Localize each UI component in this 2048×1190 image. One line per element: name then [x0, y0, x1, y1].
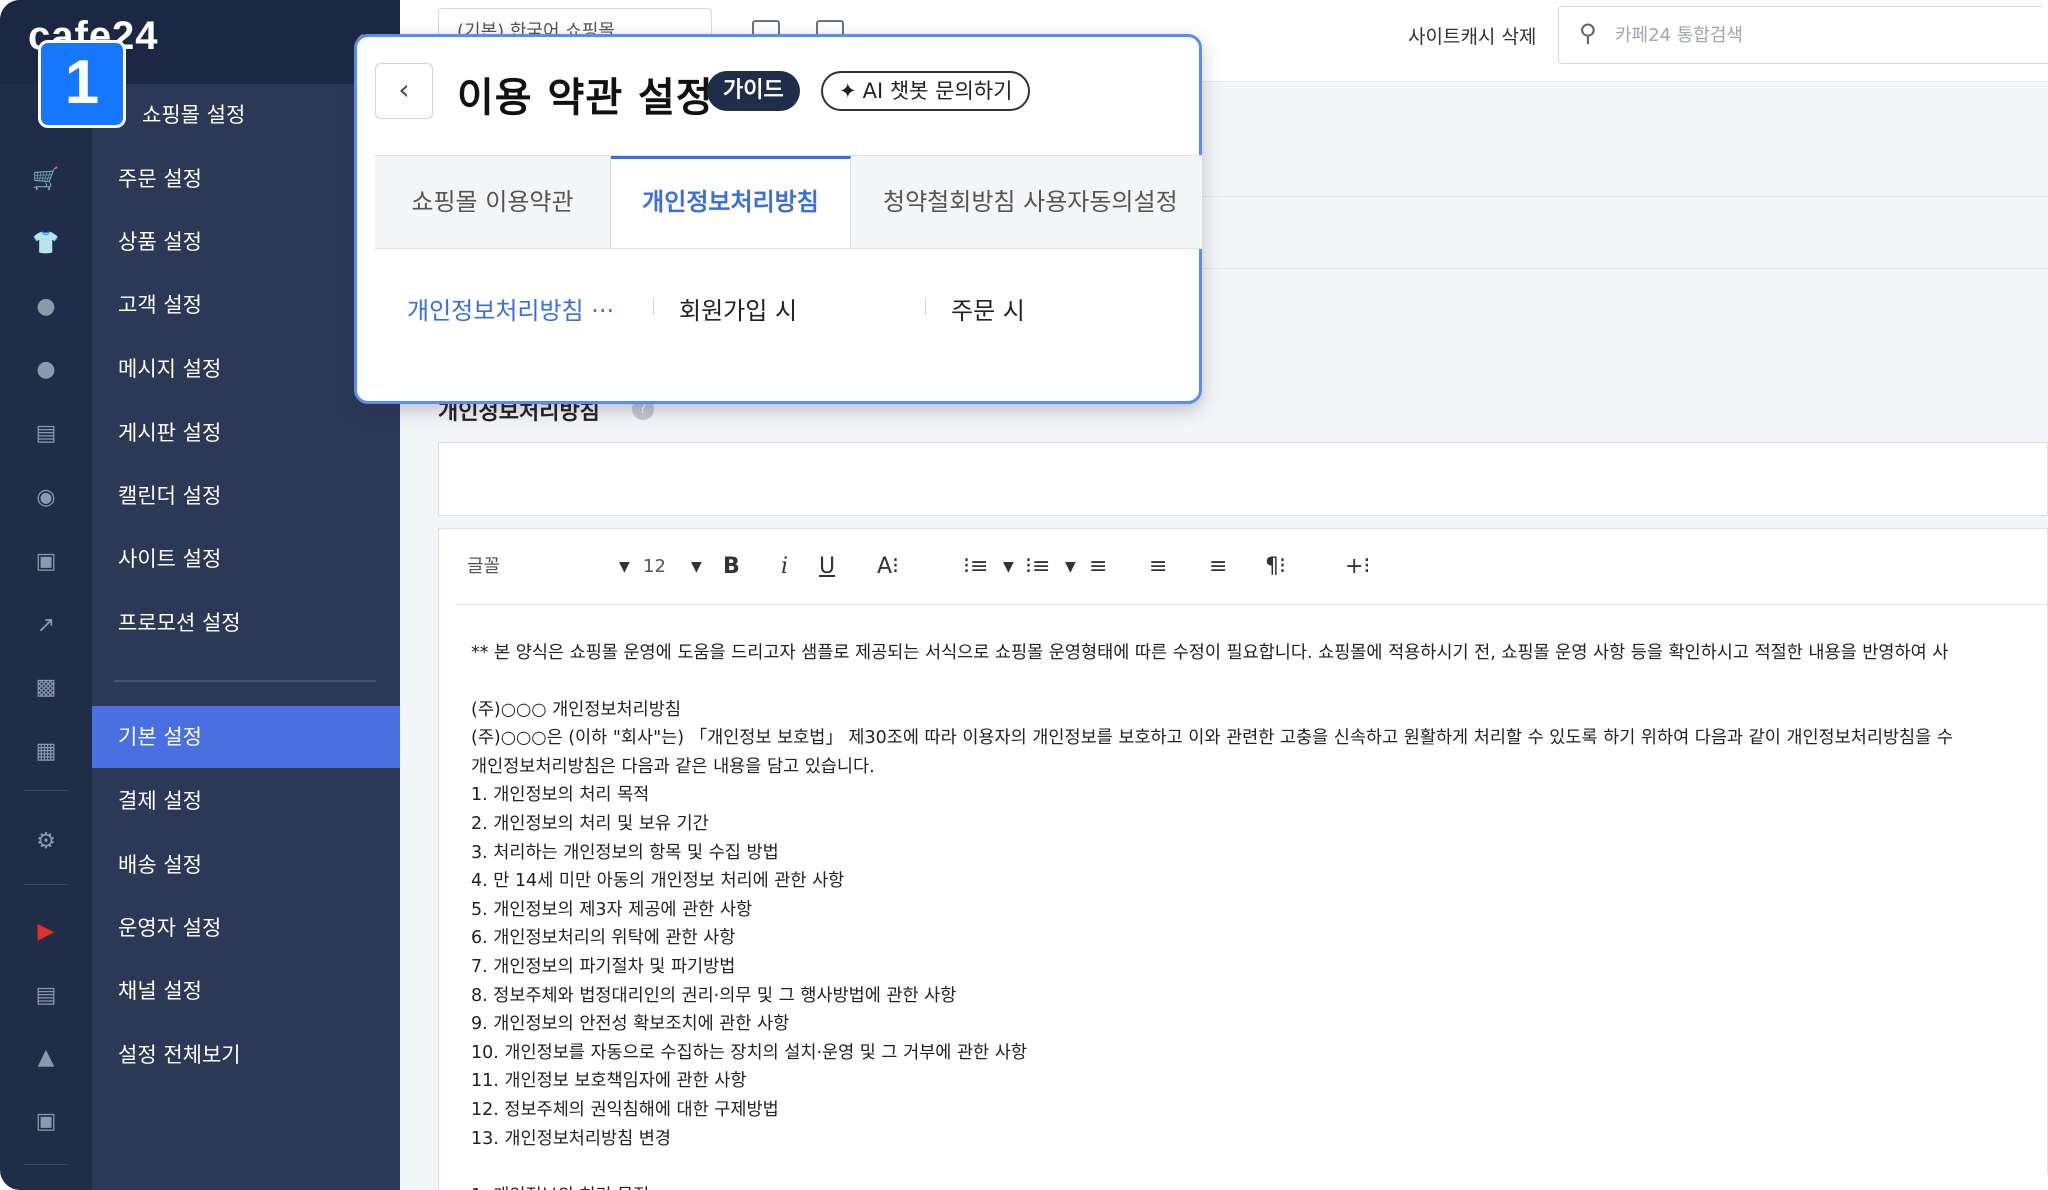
editor-line: 8. 정보주체와 법정대리인의 권리·의무 및 그 행사방법에 관한 사항: [471, 985, 957, 1006]
subtab-divider: [925, 299, 926, 315]
step-number-badge: 1: [38, 40, 126, 128]
chevron-down-icon[interactable]: ▼: [619, 549, 630, 585]
user-icon[interactable]: ●: [32, 293, 60, 321]
store-icon[interactable]: ▣: [32, 1108, 60, 1136]
page-title: 이용 약관 설정: [457, 75, 714, 121]
editor-line: (주)○○○은 (이하 "회사"는) 「개인정보 보호법」 제30조에 따라 이…: [471, 728, 1953, 749]
editor-line: 9. 개인정보의 안전성 확보조치에 관한 사항: [471, 1014, 790, 1035]
ai-chatbot-button[interactable]: ✦ AI 챗봇 문의하기: [821, 71, 1031, 111]
trend-icon[interactable]: ↗: [32, 612, 60, 640]
promo-icon[interactable]: ▣: [32, 548, 60, 576]
board-icon[interactable]: ▤: [32, 420, 60, 448]
ordered-list-icon[interactable]: ⁝≡: [963, 549, 988, 585]
align-right-icon[interactable]: ≡: [1209, 549, 1227, 585]
global-search[interactable]: ⚲: [1558, 6, 2048, 64]
editor-line: 4. 만 14세 미만 아동의 개인정보 처리에 관한 사항: [471, 871, 845, 892]
sidebar-item-operator-settings[interactable]: 운영자 설정: [92, 897, 400, 959]
font-family-select[interactable]: 글꼴: [467, 549, 500, 585]
editor-line: 11. 개인정보 보호책임자에 관한 사항: [471, 1071, 747, 1092]
sample-notice: ** 본 양식은 쇼핑몰 운영에 도움을 드리고자 샘플로 제공되는 서식으로 …: [471, 643, 1949, 663]
subtab-order[interactable]: 주문 시: [951, 291, 1025, 326]
icon-rail: cafe24 « 🛒 👕 ● ● ▤ ◉ ▣ ↗ ▩ ▦ ⚙ ▶ ▤ ▲ ▣: [0, 0, 400, 1190]
ai-chatbot-label: AI 챗봇 문의하기: [862, 79, 1013, 103]
editor-line: 10. 개인정보를 자동으로 수집하는 장치의 설치·운영 및 그 거부에 관한…: [471, 1042, 1027, 1063]
terms-settings-popup: ‹ 이용 약관 설정 가이드 ✦ AI 챗봇 문의하기 쇼핑몰 이용약관 개인정보…: [354, 34, 1202, 404]
font-size-select[interactable]: 12: [643, 549, 666, 585]
editor-toolbar: 글꼴 ▼ 12 ▼ B i U A⁝ ⁝≡ ▼ ⁝≡ ▼ ≡ ≡ ≡ ¶⁝ +⁝: [455, 529, 2048, 605]
sidebar-item-all-settings[interactable]: 설정 전체보기: [92, 1024, 400, 1086]
subtab-privacy-policy[interactable]: 개인정보처리방침 ···: [407, 291, 614, 326]
editor-text[interactable]: ** 본 양식은 쇼핑몰 운영에 도움을 드리고자 샘플로 제공되는 서식으로 …: [471, 639, 2041, 1190]
guide-button[interactable]: 가이드: [707, 71, 800, 111]
sidebar-item-shipping-settings[interactable]: 배송 설정: [92, 834, 400, 896]
terms-tabs: 쇼핑몰 이용약관 개인정보처리방침 청약철회방침 사용자동의설정: [375, 155, 1202, 249]
editor-line: 12. 정보주체의 권익침해에 대한 구제방법: [471, 1099, 779, 1120]
editor-line: 개인정보처리방침은 다음과 같은 내용을 담고 있습니다.: [471, 756, 875, 777]
unordered-list-icon[interactable]: ⁝≡: [1025, 549, 1050, 585]
chevron-down-icon[interactable]: ▼: [1065, 549, 1076, 585]
rail-divider: [24, 884, 68, 885]
more-tools-icon[interactable]: +⁝: [1345, 549, 1370, 585]
editor-line: 6. 개인정보처리의 위탁에 관한 사항: [471, 928, 736, 949]
editor-line: 7. 개인정보의 파기절차 및 파기방법: [471, 956, 736, 977]
cart-icon[interactable]: 🛒: [32, 166, 60, 194]
bold-button[interactable]: B: [723, 549, 740, 585]
search-icon: ⚲: [1579, 19, 1597, 47]
sidebar-item-promotion-settings[interactable]: 프로모션 설정: [92, 592, 400, 654]
underline-button[interactable]: U: [819, 549, 835, 585]
editor-line: 1. 개인정보의 처리 목적: [471, 785, 650, 806]
paragraph-icon[interactable]: ¶⁝: [1265, 549, 1286, 585]
rich-text-editor[interactable]: 글꼴 ▼ 12 ▼ B i U A⁝ ⁝≡ ▼ ⁝≡ ▼ ≡ ≡ ≡ ¶⁝ +⁝…: [438, 528, 2048, 1190]
sidebar-item-calendar-settings[interactable]: 캘린더 설정: [92, 465, 400, 527]
sparkle-icon: ✦: [839, 79, 857, 103]
subtab-signup[interactable]: 회원가입 시: [679, 291, 797, 326]
align-left-icon[interactable]: ≡: [1089, 549, 1107, 585]
sidebar-item-board-settings[interactable]: 게시판 설정: [92, 402, 400, 464]
font-color-button[interactable]: A⁝: [877, 549, 899, 585]
editor-line: 3. 처리하는 개인정보의 항목 및 수집 방법: [471, 842, 779, 863]
megaphone-icon[interactable]: ▲: [32, 1044, 60, 1072]
subtab-divider: [653, 299, 654, 315]
rail-divider: [24, 1164, 68, 1165]
menu-divider: [114, 680, 376, 682]
sidebar-item-basic-settings[interactable]: 기본 설정: [92, 706, 400, 768]
chevron-down-icon[interactable]: ▼: [1003, 549, 1014, 585]
chevron-down-icon[interactable]: ▼: [691, 549, 702, 585]
app-window: (기본) 한국어 쇼핑몰 사이트캐시 삭제 ⚲ 개인정보처리방침 ? 글꼴 ▼ …: [0, 0, 2048, 1190]
tab-withdrawal-consent[interactable]: 청약철회방침 사용자동의설정: [851, 156, 1202, 248]
apps-icon[interactable]: ▤: [32, 982, 60, 1010]
rail-divider: [24, 790, 68, 791]
back-button[interactable]: ‹: [375, 63, 433, 119]
editor-line: (주)○○○ 개인정보처리방침: [471, 699, 681, 720]
tab-shop-terms[interactable]: 쇼핑몰 이용약관: [375, 156, 611, 248]
search-input[interactable]: [1615, 17, 2015, 53]
editor-line: 13. 개인정보처리방침 변경: [471, 1128, 671, 1149]
palette-icon[interactable]: ◉: [32, 484, 60, 512]
excel-icon[interactable]: ▦: [32, 738, 60, 766]
chevron-left-icon: ‹: [398, 73, 410, 106]
editor-line: 5. 개인정보의 제3자 제공에 관한 사항: [471, 899, 753, 920]
tab-privacy-policy[interactable]: 개인정보처리방침: [611, 156, 851, 248]
editor-line: 1. 개인정보의 처리 목적: [471, 1182, 2041, 1190]
sidebar-item-channel-settings[interactable]: 채널 설정: [92, 960, 400, 1022]
clear-site-cache-button[interactable]: 사이트캐시 삭제: [1408, 22, 1536, 49]
sidebar-item-payment-settings[interactable]: 결제 설정: [92, 770, 400, 832]
sidebar-item-site-settings[interactable]: 사이트 설정: [92, 528, 400, 590]
tshirt-icon[interactable]: 👕: [32, 230, 60, 258]
youtube-icon[interactable]: ▶: [32, 918, 60, 946]
italic-button[interactable]: i: [781, 549, 788, 585]
stats-icon[interactable]: ▩: [32, 674, 60, 702]
align-center-icon[interactable]: ≡: [1149, 549, 1167, 585]
settings-window-icon[interactable]: ⚙: [32, 828, 60, 856]
editor-line: 2. 개인정보의 처리 및 보유 기간: [471, 813, 709, 834]
chat-icon[interactable]: ●: [32, 356, 60, 384]
policy-title-field[interactable]: [438, 442, 2048, 516]
